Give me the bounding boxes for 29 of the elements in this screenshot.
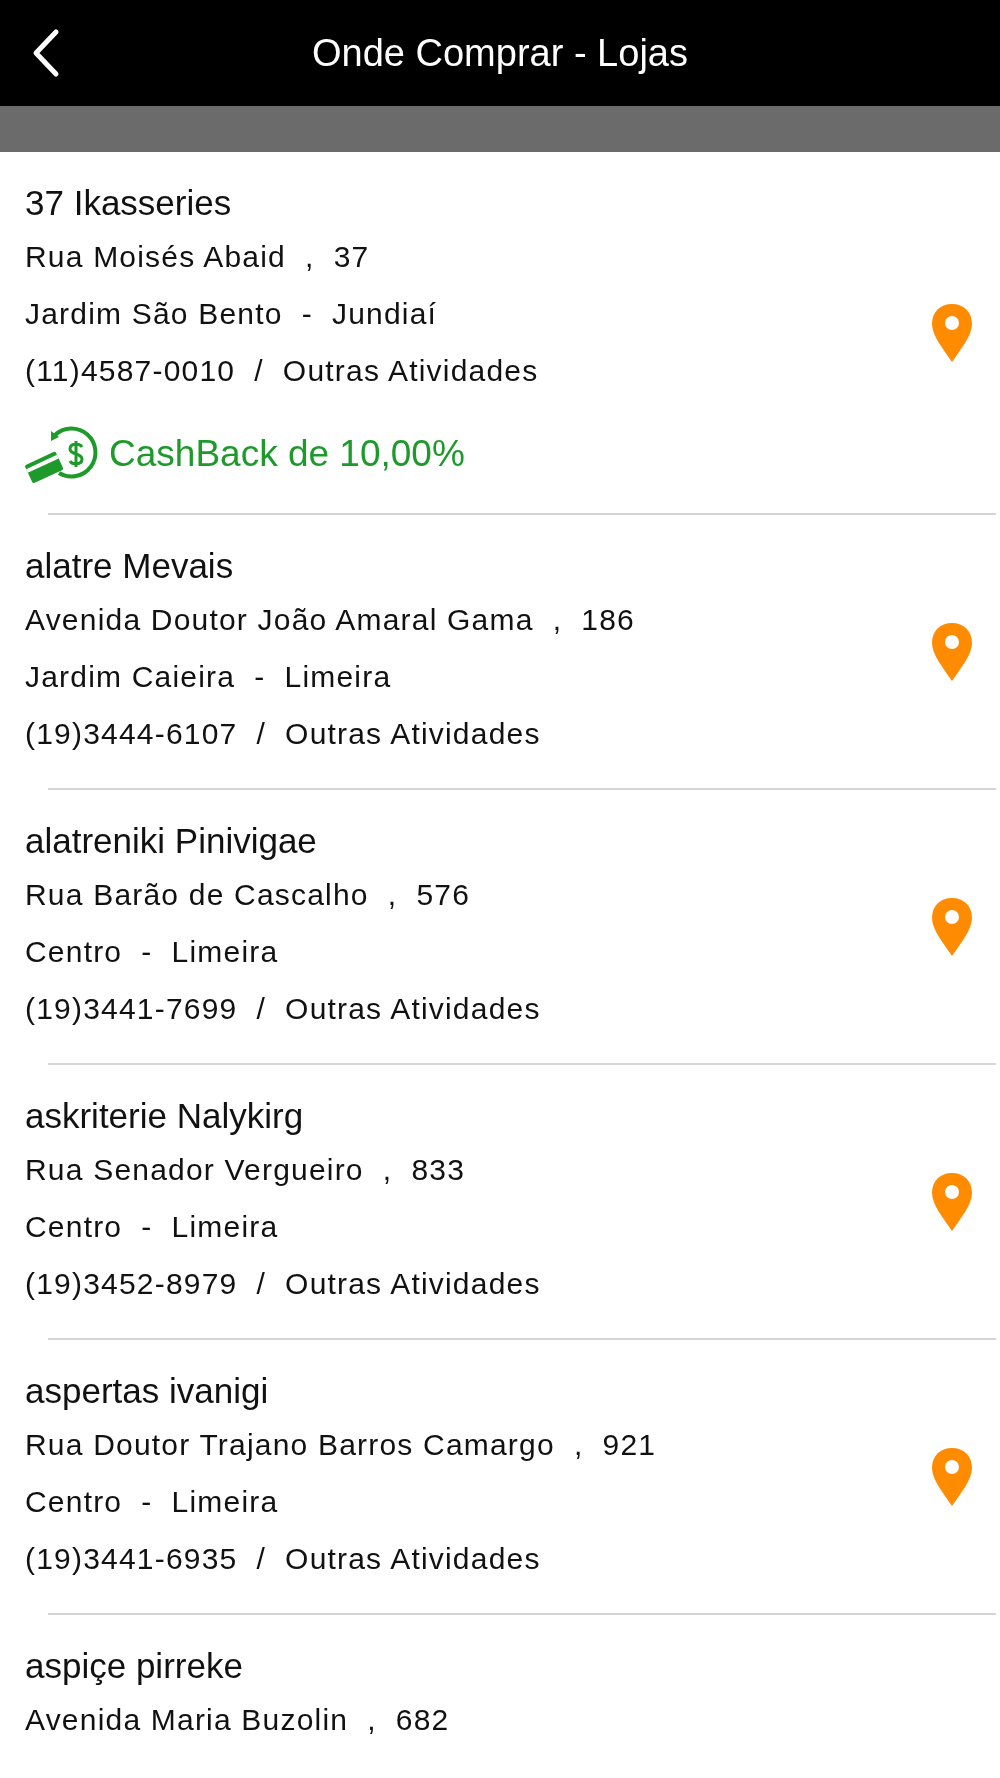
store-area: Jardim São Bento - Jundiaí <box>25 297 438 330</box>
store-area: Centro - Limeira <box>25 1485 279 1518</box>
store-name: askriterie Nalykirg <box>25 1096 304 1135</box>
store-address: Rua Barão de Cascalho , 576 <box>25 878 471 911</box>
location-pin-icon[interactable] <box>930 301 974 364</box>
store-area: Centro - Limeira <box>25 1210 279 1243</box>
store-contact: (19)3441-6935 / Outras Atividades <box>25 1542 541 1575</box>
location-pin-icon[interactable] <box>930 1170 974 1233</box>
store-name: 37 Ikasseries <box>25 183 232 222</box>
store-address: Rua Senador Vergueiro , 833 <box>25 1153 466 1186</box>
store-address: Avenida Maria Buzolin , 682 <box>25 1703 450 1736</box>
screen-title: Onde Comprar - Lojas <box>312 30 688 76</box>
store-area: Centro - Limeira <box>25 935 279 968</box>
store-contact: (19)3452-8979 / Outras Atividades <box>25 1267 541 1300</box>
store-contact: (11)4587-0010 / Outras Atividades <box>25 354 539 387</box>
cashback-text: CashBack de 10,00% <box>109 432 465 477</box>
store-contact: (19)3441-7699 / Outras Atividades <box>25 992 541 1025</box>
store-name: aspiçe pirreke <box>25 1646 243 1685</box>
location-pin-icon[interactable] <box>930 620 974 683</box>
store-name: aspertas ivanigi <box>25 1371 269 1410</box>
location-pin-icon[interactable] <box>930 1445 974 1508</box>
store-address: Rua Moisés Abaid , 37 <box>25 240 370 273</box>
location-pin-icon[interactable] <box>930 895 974 958</box>
store-name: alatreniki Pinivigae <box>25 821 317 860</box>
store-address: Avenida Doutor João Amaral Gama , 186 <box>25 603 635 636</box>
store-address: Rua Doutor Trajano Barros Camargo , 921 <box>25 1428 657 1461</box>
store-contact: (19)3444-6107 / Outras Atividades <box>25 717 541 750</box>
store-area: Jardim Caieira - Limeira <box>25 660 392 693</box>
store-name: alatre Mevais <box>25 546 234 585</box>
